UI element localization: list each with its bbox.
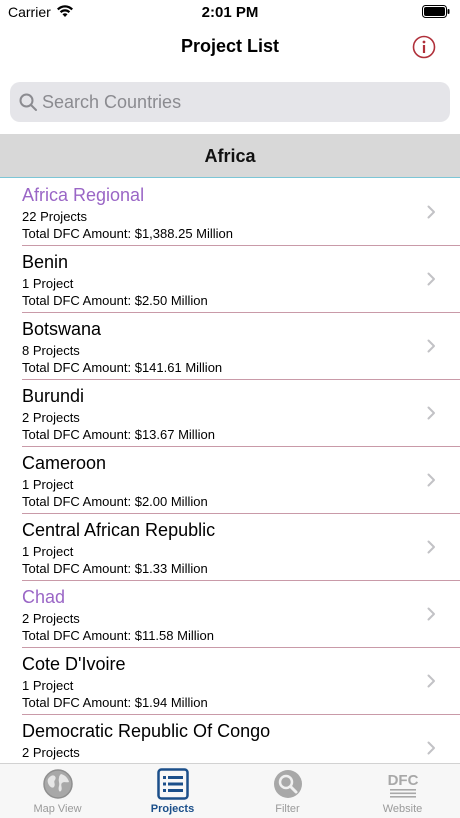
page-title: Project List xyxy=(180,36,280,56)
tab-website[interactable]: DFC Website xyxy=(345,764,460,818)
total-amount: Total DFC Amount: $1,388.25 Million xyxy=(22,226,233,241)
tab-label: Projects xyxy=(150,803,195,815)
tab-label: Filter xyxy=(275,803,300,815)
clock-time: 2:01 PM xyxy=(201,4,259,21)
battery-icon xyxy=(422,5,450,18)
list-item[interactable]: Chad 2 Projects Total DFC Amount: $11.58… xyxy=(0,581,460,648)
country-list: Africa Regional 22 Projects Total DFC Am… xyxy=(0,179,460,763)
country-name: Chad xyxy=(22,587,66,607)
tab-label: Website xyxy=(382,803,423,815)
tab-bar: Map View Projects Filter DFC Website xyxy=(0,763,460,818)
list-item[interactable]: Democratic Republic Of Congo 2 Projects xyxy=(0,715,460,763)
country-name: Burundi xyxy=(22,386,85,406)
list-item[interactable]: Cameroon 1 Project Total DFC Amount: $2.… xyxy=(0,447,460,514)
chevron-right-icon xyxy=(427,339,435,353)
info-icon[interactable] xyxy=(412,35,436,59)
project-count: 1 Project xyxy=(22,678,74,693)
tab-map-view[interactable]: Map View xyxy=(0,764,115,818)
project-count: 1 Project xyxy=(22,544,74,559)
tab-filter[interactable]: Filter xyxy=(230,764,345,818)
globe-icon xyxy=(43,769,73,799)
search-bar xyxy=(10,82,450,122)
chevron-right-icon xyxy=(427,607,435,621)
tab-projects[interactable]: Projects xyxy=(115,764,230,818)
total-amount: Total DFC Amount: $2.00 Million xyxy=(22,494,208,509)
status-bar: Carrier 2:01 PM xyxy=(0,0,460,24)
country-name: Central African Republic xyxy=(22,520,216,540)
dfc-logo-icon: DFC xyxy=(388,772,419,798)
country-name: Botswana xyxy=(22,319,102,339)
country-name: Cote D'Ivoire xyxy=(22,654,126,674)
chevron-right-icon xyxy=(427,741,435,755)
tab-label: Map View xyxy=(33,803,82,815)
total-amount: Total DFC Amount: $141.61 Million xyxy=(22,360,223,375)
country-name: Cameroon xyxy=(22,453,107,473)
magnifier-icon xyxy=(274,770,302,798)
total-amount: Total DFC Amount: $1.94 Million xyxy=(22,695,208,710)
list-item[interactable]: Benin 1 Project Total DFC Amount: $2.50 … xyxy=(0,246,460,313)
search-input[interactable] xyxy=(42,82,442,122)
chevron-right-icon xyxy=(427,473,435,487)
list-item[interactable]: Cote D'Ivoire 1 Project Total DFC Amount… xyxy=(0,648,460,715)
total-amount: Total DFC Amount: $1.33 Million xyxy=(22,561,208,576)
total-amount: Total DFC Amount: $2.50 Million xyxy=(22,293,208,308)
project-count: 1 Project xyxy=(22,477,74,492)
project-count: 2 Projects xyxy=(22,745,80,760)
section-header: Africa xyxy=(0,134,460,178)
total-amount: Total DFC Amount: $13.67 Million xyxy=(22,427,215,442)
country-name: Democratic Republic Of Congo xyxy=(22,721,271,741)
list-item[interactable]: Burundi 2 Projects Total DFC Amount: $13… xyxy=(0,380,460,447)
nav-bar: Project List xyxy=(0,24,460,70)
project-count: 2 Projects xyxy=(22,410,80,425)
total-amount: Total DFC Amount: $11.58 Million xyxy=(22,628,214,643)
section-title: Africa xyxy=(204,146,256,166)
project-count: 1 Project xyxy=(22,276,74,291)
chevron-right-icon xyxy=(427,205,435,219)
project-count: 8 Projects xyxy=(22,343,80,358)
list-icon xyxy=(157,768,189,800)
list-item[interactable]: Botswana 8 Projects Total DFC Amount: $1… xyxy=(0,313,460,380)
chevron-right-icon xyxy=(427,272,435,286)
list-item[interactable]: Africa Regional 22 Projects Total DFC Am… xyxy=(0,179,460,246)
country-name: Africa Regional xyxy=(22,185,145,205)
chevron-right-icon xyxy=(427,540,435,554)
search-icon xyxy=(19,93,37,111)
svg-text:DFC: DFC xyxy=(388,772,419,789)
chevron-right-icon xyxy=(427,406,435,420)
country-name: Benin xyxy=(22,252,69,272)
chevron-right-icon xyxy=(427,674,435,688)
list-item[interactable]: Central African Republic 1 Project Total… xyxy=(0,514,460,581)
project-count: 22 Projects xyxy=(22,209,88,224)
project-count: 2 Projects xyxy=(22,611,80,626)
